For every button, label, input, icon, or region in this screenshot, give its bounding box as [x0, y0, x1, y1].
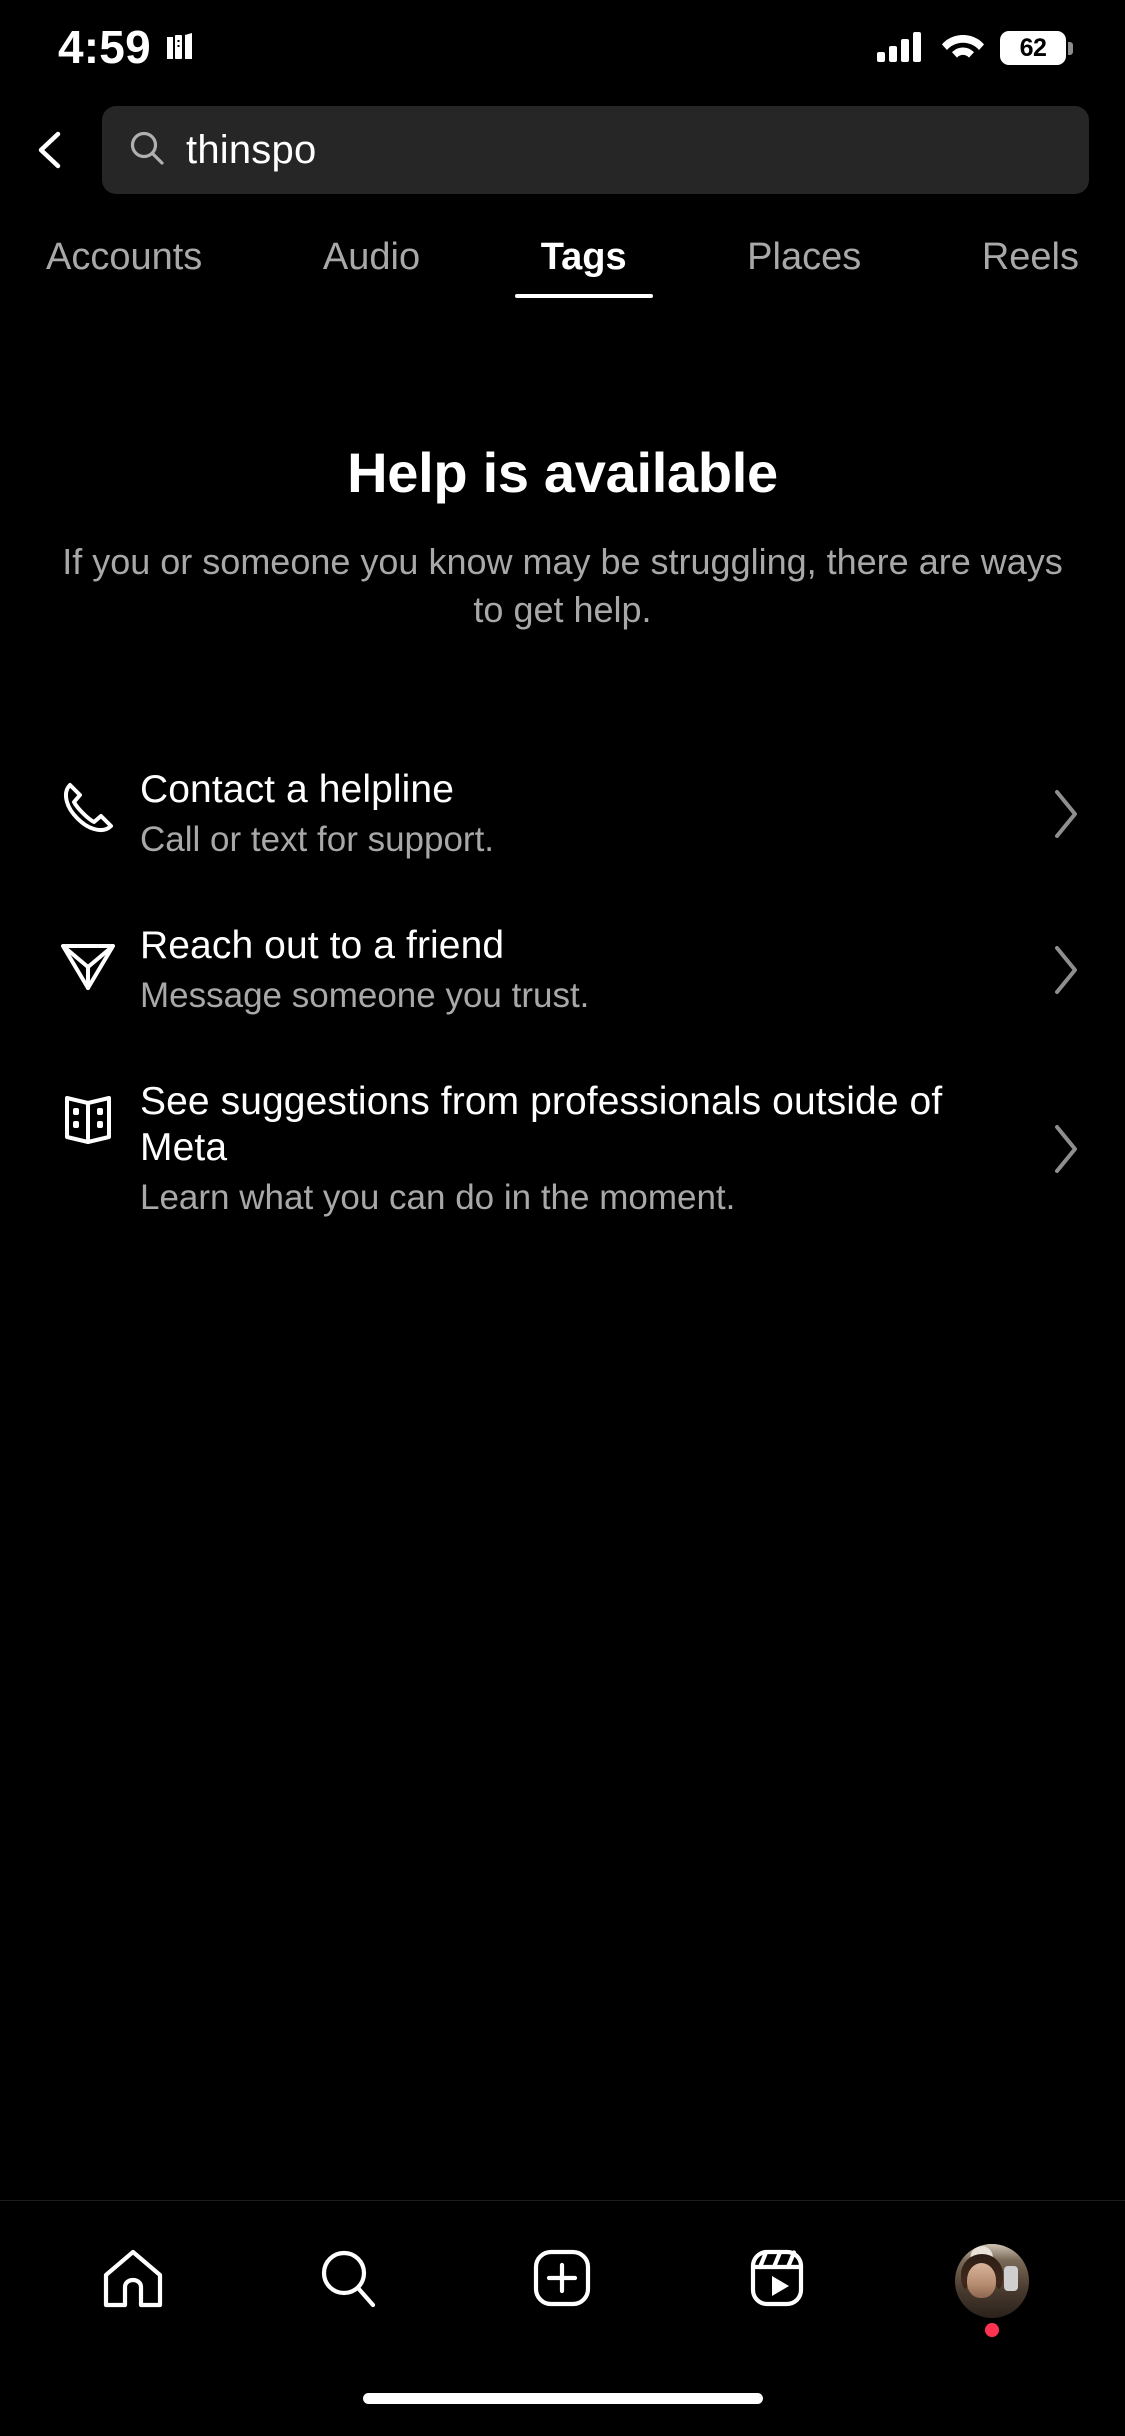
- help-option-subtitle: Message someone you trust.: [140, 975, 590, 1015]
- help-option-text: Contact a helpline Call or text for supp…: [140, 767, 1029, 861]
- help-option-title: Reach out to a friend: [140, 923, 505, 967]
- nav-item-create[interactable]: [492, 2211, 632, 2351]
- paper-plane-icon: [36, 923, 140, 995]
- home-indicator-area: [0, 2360, 1125, 2436]
- chevron-left-icon: [38, 131, 61, 169]
- battery-level-label: 62: [1019, 33, 1047, 62]
- cellular-signal-icon: [876, 29, 926, 68]
- help-option-subtitle: Call or text for support.: [140, 819, 495, 859]
- avatar: [954, 2243, 1029, 2318]
- tab-places[interactable]: Places: [735, 238, 873, 298]
- battery-cap: [1068, 41, 1073, 55]
- instagram-search-screen: 4:59 62 thinspo Accounts Audio Tags Plac…: [0, 0, 1125, 2436]
- open-book-icon: [36, 1079, 140, 1151]
- help-option-title: Contact a helpline: [140, 767, 455, 811]
- search-input-value: thinspo: [186, 128, 317, 172]
- avatar-phone: [1003, 2265, 1019, 2291]
- reels-icon: [742, 2243, 812, 2318]
- home-indicator[interactable]: [362, 2392, 763, 2404]
- profile-notification-dot: [984, 2322, 999, 2337]
- search-icon: [313, 2243, 383, 2318]
- avatar-face: [966, 2262, 997, 2299]
- help-option-reach-out-friend[interactable]: Reach out to a friend Message someone yo…: [36, 891, 1089, 1047]
- help-option-text: Reach out to a friend Message someone yo…: [140, 923, 1029, 1017]
- battery-body: 62: [1000, 31, 1066, 65]
- help-resources-panel: Help is available If you or someone you …: [0, 314, 1125, 2200]
- bottom-navigation-bar: [0, 2200, 1125, 2360]
- plus-square-icon: [527, 2243, 597, 2318]
- wifi-icon: [940, 29, 986, 68]
- nav-item-home[interactable]: [63, 2211, 203, 2351]
- help-option-contact-helpline[interactable]: Contact a helpline Call or text for supp…: [36, 735, 1089, 891]
- home-icon: [98, 2243, 168, 2318]
- search-icon: [128, 129, 166, 172]
- phone-icon: [36, 767, 140, 839]
- search-header: thinspo: [0, 96, 1125, 204]
- chevron-right-icon: [1029, 1121, 1089, 1177]
- page-title: Help is available: [347, 441, 778, 504]
- status-bar-right: 62: [876, 29, 1073, 68]
- search-input[interactable]: thinspo: [102, 106, 1089, 194]
- tab-reels[interactable]: Reels: [970, 238, 1091, 298]
- page-subtitle: If you or someone you know may be strugg…: [62, 540, 1063, 631]
- tab-audio[interactable]: Audio: [311, 238, 432, 298]
- tab-tags[interactable]: Tags: [514, 238, 653, 298]
- nav-item-profile[interactable]: [922, 2211, 1062, 2351]
- help-options-list: Contact a helpline Call or text for supp…: [36, 735, 1089, 1249]
- help-option-subtitle: Learn what you can do in the moment.: [140, 1177, 736, 1217]
- status-bar-left: 4:59: [58, 21, 199, 73]
- status-bar: 4:59 62: [0, 0, 1125, 96]
- chevron-right-icon: [1029, 942, 1089, 998]
- nav-item-reels[interactable]: [707, 2211, 847, 2351]
- help-option-title: See suggestions from professionals outsi…: [140, 1079, 943, 1169]
- back-button[interactable]: [18, 117, 84, 183]
- books-icon: [165, 29, 199, 68]
- help-option-text: See suggestions from professionals outsi…: [140, 1079, 1029, 1219]
- chevron-right-icon: [1029, 786, 1089, 842]
- search-category-tabs: Accounts Audio Tags Places Reels: [0, 204, 1125, 314]
- nav-item-search[interactable]: [278, 2211, 418, 2351]
- battery-icon: 62: [1000, 31, 1073, 65]
- tab-accounts[interactable]: Accounts: [34, 238, 214, 298]
- help-option-professional-suggestions[interactable]: See suggestions from professionals outsi…: [36, 1047, 1089, 1249]
- status-bar-clock: 4:59: [58, 21, 151, 73]
